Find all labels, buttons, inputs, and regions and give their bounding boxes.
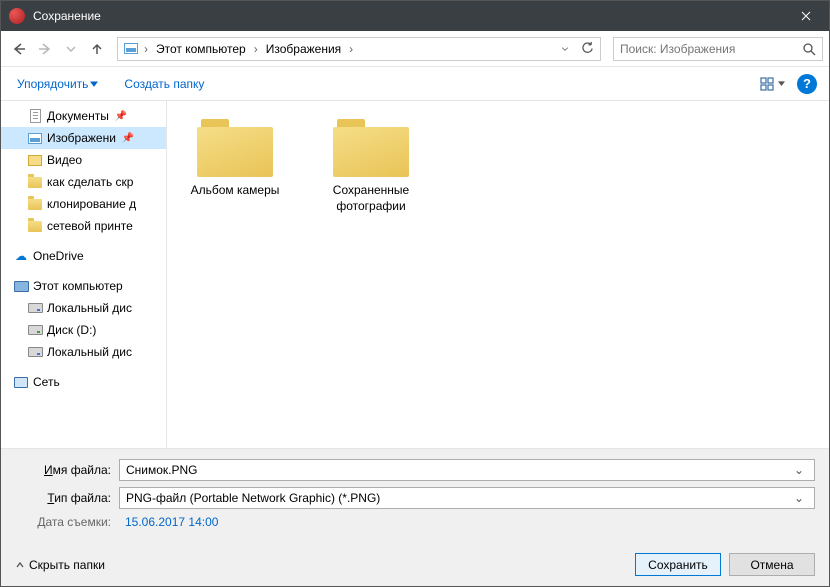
folder-item[interactable]: Сохраненные фотографии [321,119,421,214]
filetype-select[interactable]: PNG-файл (Portable Network Graphic) (*.P… [119,487,815,509]
document-icon [27,108,43,124]
folder-icon [27,196,43,212]
date-value[interactable]: 15.06.2017 14:00 [119,515,218,529]
folder-name: Альбом камеры [185,183,285,199]
chevron-down-icon[interactable]: ⌄ [790,463,808,477]
pictures-icon [27,130,43,146]
folder-icon [27,152,43,168]
filetype-value: PNG-файл (Portable Network Graphic) (*.P… [126,491,790,505]
chevron-down-icon[interactable]: ⌄ [790,491,808,505]
folder-icon [333,119,409,177]
organize-label: Упорядочить [17,77,88,91]
toolbar: Упорядочить Создать папку ? [1,67,829,101]
drive-icon [27,300,43,316]
filename-input-wrap[interactable]: ⌄ [119,459,815,481]
pictures-icon [122,41,140,57]
titlebar: Сохранение [1,1,829,31]
chevron-down-icon [560,44,570,54]
chevron-right-icon[interactable]: › [252,42,260,56]
pc-icon [13,278,29,294]
close-button[interactable] [783,1,828,31]
view-icon [760,77,776,91]
network-icon [13,374,29,390]
cancel-button[interactable]: Отмена [729,553,815,576]
folder-icon [27,174,43,190]
back-button[interactable] [7,37,31,61]
close-icon [801,11,811,21]
folder-name: Сохраненные фотографии [321,183,421,214]
help-button[interactable]: ? [797,74,817,94]
filename-label: Имя файла: [15,463,119,477]
up-button[interactable] [85,37,109,61]
arrow-right-icon [38,42,52,56]
tree-drive[interactable]: Локальный дис [1,341,166,363]
breadcrumb-current[interactable]: Изображения [260,38,347,60]
date-label: Дата съемки: [15,515,119,529]
drive-icon [27,322,43,338]
tree-network[interactable]: Сеть [1,371,166,393]
tree-folder[interactable]: клонирование д [1,193,166,215]
hide-folders-button[interactable]: Скрыть папки [15,558,105,572]
chevron-up-icon [15,560,25,570]
chevron-right-icon[interactable]: › [142,42,150,56]
content: Документы📌 Изображени📌 Видео как сделать… [1,101,829,448]
breadcrumb[interactable]: › Этот компьютер › Изображения › [117,37,601,61]
save-form: Имя файла: ⌄ Тип файла: PNG-файл (Portab… [1,448,829,547]
chevron-down-icon [90,80,98,88]
forward-button[interactable] [33,37,57,61]
breadcrumb-dropdown[interactable] [554,38,576,60]
tree-onedrive[interactable]: ☁OneDrive [1,245,166,267]
folder-item[interactable]: Альбом камеры [185,119,285,199]
search-input[interactable] [620,42,802,56]
refresh-icon [581,42,594,55]
breadcrumb-root[interactable]: Этот компьютер [150,38,252,60]
search-box[interactable] [613,37,823,61]
tree-folder[interactable]: сетевой принте [1,215,166,237]
tree-video[interactable]: Видео [1,149,166,171]
navbar: › Этот компьютер › Изображения › [1,31,829,67]
cloud-icon: ☁ [13,248,29,264]
tree-thispc[interactable]: Этот компьютер [1,275,166,297]
save-button[interactable]: Сохранить [635,553,721,576]
app-icon [9,8,25,24]
chevron-down-icon [64,42,78,56]
tree-documents[interactable]: Документы📌 [1,105,166,127]
organize-button[interactable]: Упорядочить [13,73,102,95]
search-icon[interactable] [802,42,816,56]
file-pane[interactable]: Альбом камеры Сохраненные фотографии [167,101,829,448]
new-folder-label: Создать папку [124,77,204,91]
tree-pictures[interactable]: Изображени📌 [1,127,166,149]
drive-icon [27,344,43,360]
arrow-up-icon [90,42,104,56]
chevron-right-icon[interactable]: › [347,42,355,56]
refresh-button[interactable] [576,38,598,60]
recent-dropdown[interactable] [59,37,83,61]
new-folder-button[interactable]: Создать папку [120,73,208,95]
filename-input[interactable] [126,463,790,477]
hide-folders-label: Скрыть папки [29,558,105,572]
folder-icon [27,218,43,234]
pin-icon: 📌 [122,133,134,144]
tree-folder[interactable]: как сделать скр [1,171,166,193]
tree-drive[interactable]: Диск (D:) [1,319,166,341]
view-options-button[interactable] [760,77,785,91]
window-title: Сохранение [33,9,783,23]
chevron-down-icon [778,80,785,87]
arrow-left-icon [12,42,26,56]
pin-icon: 📌 [115,111,127,122]
tree-drive[interactable]: Локальный дис [1,297,166,319]
footer: Скрыть папки Сохранить Отмена [1,547,829,586]
navigation-tree: Документы📌 Изображени📌 Видео как сделать… [1,101,167,448]
folder-icon [197,119,273,177]
filetype-label: Тип файла: [15,491,119,505]
